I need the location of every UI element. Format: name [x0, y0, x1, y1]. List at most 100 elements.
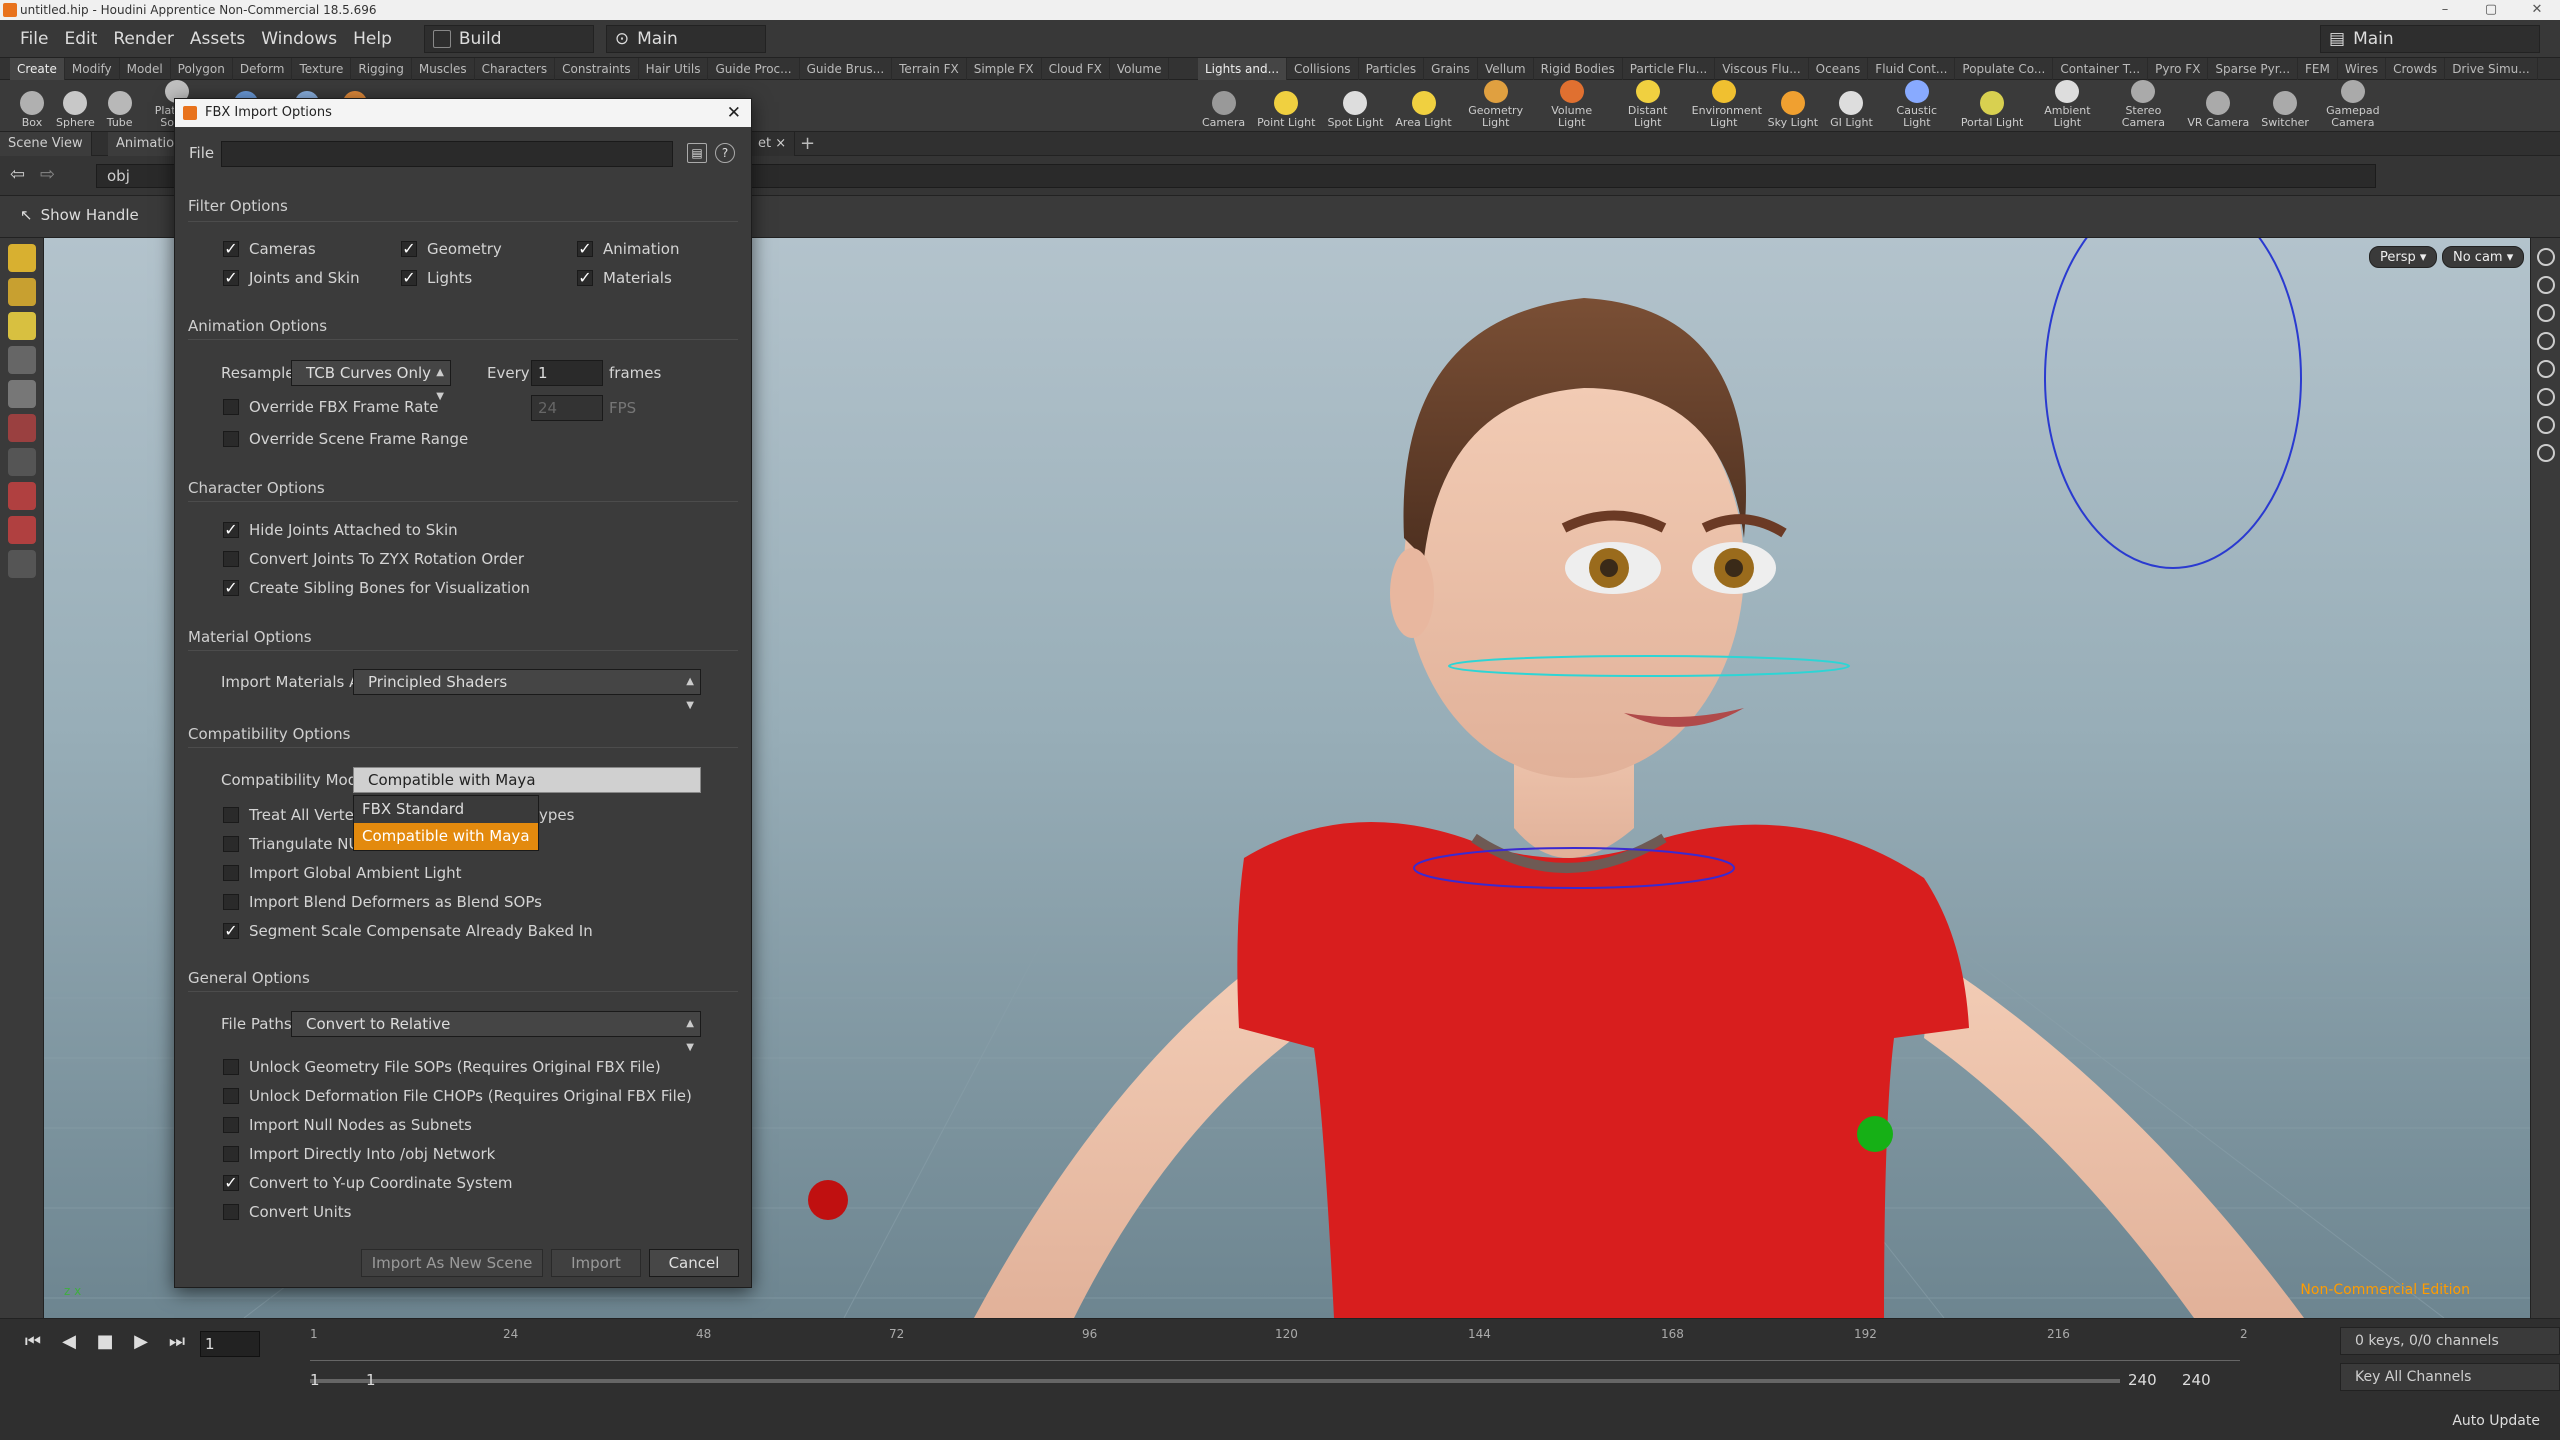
option-fbx-standard[interactable]: FBX Standard — [354, 796, 538, 823]
general-option-checkbox[interactable] — [223, 1088, 239, 1104]
cancel-button[interactable]: Cancel — [649, 1249, 739, 1277]
shelf-tab[interactable]: Texture — [292, 58, 352, 80]
end-frame-field[interactable]: 240 — [2128, 1371, 2157, 1389]
current-frame-field[interactable]: 1 — [200, 1331, 260, 1357]
shelf-tab[interactable]: Particle Flu... — [1623, 58, 1716, 80]
shelf-tab[interactable]: Volume — [1110, 58, 1170, 80]
menu-windows[interactable]: Windows — [253, 29, 345, 49]
shelf-tab[interactable]: Fluid Cont... — [1868, 58, 1956, 80]
shelf-tab[interactable]: Terrain FX — [892, 58, 967, 80]
shelf-tab[interactable]: Oceans — [1809, 58, 1869, 80]
shading-icon[interactable] — [2537, 332, 2555, 350]
snap-tool-icon[interactable] — [8, 414, 36, 442]
shelf-tab[interactable]: FEM — [2298, 58, 2338, 80]
help-icon[interactable]: ? — [715, 143, 735, 163]
compat-option-checkbox[interactable]: ✓ — [223, 923, 239, 939]
points-icon[interactable] — [2537, 388, 2555, 406]
shelf-tool[interactable]: Caustic Light — [1879, 80, 1955, 132]
shelf-tab[interactable]: Rigid Bodies — [1534, 58, 1623, 80]
compat-option-checkbox[interactable] — [223, 865, 239, 881]
stop-icon[interactable]: ■ — [92, 1331, 118, 1357]
light-icon[interactable] — [2537, 304, 2555, 322]
shelf-tool[interactable]: Sky Light — [1762, 80, 1824, 132]
shelf-tab[interactable]: Guide Brus... — [800, 58, 893, 80]
add-tab-icon[interactable]: + — [800, 132, 815, 156]
end-frame-field-2[interactable]: 240 — [2182, 1371, 2211, 1389]
import-button[interactable]: Import — [551, 1249, 641, 1277]
wireframe-icon[interactable] — [2537, 360, 2555, 378]
shelf-tab[interactable]: Cloud FX — [1042, 58, 1110, 80]
compat-option-checkbox[interactable] — [223, 836, 239, 852]
general-option-checkbox[interactable] — [223, 1146, 239, 1162]
shelf-tab[interactable]: Sparse Pyr... — [2208, 58, 2299, 80]
frame-range-slider[interactable] — [310, 1379, 2120, 1383]
char-option-checkbox[interactable] — [223, 551, 239, 567]
shelf-tool[interactable]: Camera — [1196, 80, 1251, 132]
desktop-selector[interactable]: Build — [423, 24, 594, 53]
filter-joints-and-skin-checkbox[interactable]: ✓ — [223, 270, 239, 286]
rotate-tool-icon[interactable] — [8, 312, 36, 340]
back-arrow-icon[interactable]: ⇦ — [10, 164, 25, 185]
shelf-tab[interactable]: Modify — [65, 58, 120, 80]
char-option-checkbox[interactable]: ✓ — [223, 580, 239, 596]
file-path-field[interactable] — [221, 141, 673, 167]
dialog-close-icon[interactable]: ✕ — [727, 99, 741, 127]
override-frame-range-checkbox[interactable] — [223, 431, 239, 447]
shelf-tool[interactable]: Stereo Camera — [2105, 80, 2181, 132]
jump-end-icon[interactable]: ⏭ — [164, 1331, 190, 1357]
shelf-tab[interactable]: Vellum — [1478, 58, 1534, 80]
magnet-icon[interactable] — [8, 482, 36, 510]
general-option-checkbox[interactable] — [223, 1117, 239, 1133]
shelf-tool[interactable]: Area Light — [1389, 80, 1457, 132]
close-window-button[interactable]: ✕ — [2514, 0, 2560, 20]
shelf-tab[interactable]: Characters — [475, 58, 556, 80]
menu-assets[interactable]: Assets — [182, 29, 253, 49]
general-option-checkbox[interactable] — [223, 1204, 239, 1220]
menu-render[interactable]: Render — [105, 29, 182, 49]
magnet2-icon[interactable] — [8, 516, 36, 544]
maximize-button[interactable]: ▢ — [2468, 0, 2514, 20]
play-icon[interactable]: ▶ — [128, 1331, 154, 1357]
shelf-tab[interactable]: Crowds — [2386, 58, 2446, 80]
shelf-tab[interactable]: Container T... — [2053, 58, 2149, 80]
minimize-button[interactable]: – — [2422, 0, 2468, 20]
compat-option-checkbox[interactable] — [223, 807, 239, 823]
option-compatible-with-maya[interactable]: Compatible with Maya — [354, 823, 538, 850]
import-materials-combo[interactable]: Principled Shaders ▲ ▼ — [353, 669, 701, 711]
start-frame-field-2[interactable]: 1 — [366, 1371, 376, 1389]
file-chooser-icon[interactable]: ▤ — [687, 143, 707, 163]
file-paths-combo[interactable]: Convert to Relative ▲ ▼ — [291, 1011, 701, 1053]
forward-arrow-icon[interactable]: ⇨ — [40, 164, 55, 185]
lock-icon[interactable] — [8, 380, 36, 408]
shelf-tab[interactable]: Deform — [233, 58, 293, 80]
char-option-checkbox[interactable]: ✓ — [223, 522, 239, 538]
shelf-tab[interactable]: Grains — [1424, 58, 1478, 80]
filter-animation-checkbox[interactable]: ✓ — [577, 241, 593, 257]
auto-update-menu[interactable]: Auto Update — [2452, 1413, 2540, 1429]
tab-animation[interactable]: Animatio — [108, 132, 184, 156]
shelf-tool[interactable]: Switcher — [2255, 80, 2315, 132]
key-all-channels-menu[interactable]: Key All Channels — [2340, 1363, 2560, 1391]
shelf-tab[interactable]: Simple FX — [967, 58, 1042, 80]
general-option-checkbox[interactable]: ✓ — [223, 1175, 239, 1191]
play-reverse-icon[interactable]: ◀ — [56, 1331, 82, 1357]
lock-view-icon[interactable] — [2537, 276, 2555, 294]
shelf-tab[interactable]: Wires — [2338, 58, 2387, 80]
filter-materials-checkbox[interactable]: ✓ — [577, 270, 593, 286]
shelf-tab[interactable]: Guide Proc... — [708, 58, 800, 80]
shelf-tab[interactable]: Polygon — [171, 58, 233, 80]
normals-icon[interactable] — [2537, 416, 2555, 434]
tab-other[interactable]: et × — [750, 132, 796, 156]
menu-help[interactable]: Help — [345, 29, 400, 49]
start-frame-field[interactable]: 1 — [310, 1371, 320, 1389]
shelf-tool[interactable]: Point Light — [1251, 80, 1321, 132]
menu-file[interactable]: File — [12, 29, 56, 49]
jump-start-icon[interactable]: ⏮ — [20, 1331, 46, 1357]
shelf-tab[interactable]: Populate Co... — [1955, 58, 2054, 80]
handle-tool-icon[interactable] — [8, 448, 36, 476]
shelf-tab[interactable]: Rigging — [351, 58, 412, 80]
shelf-tool[interactable]: VR Camera — [2181, 80, 2255, 132]
shelf-tool[interactable]: Ambient Light — [2029, 80, 2105, 132]
shelf-tool[interactable]: Gamepad Camera — [2315, 80, 2391, 132]
pose-tool-icon[interactable] — [8, 346, 36, 374]
